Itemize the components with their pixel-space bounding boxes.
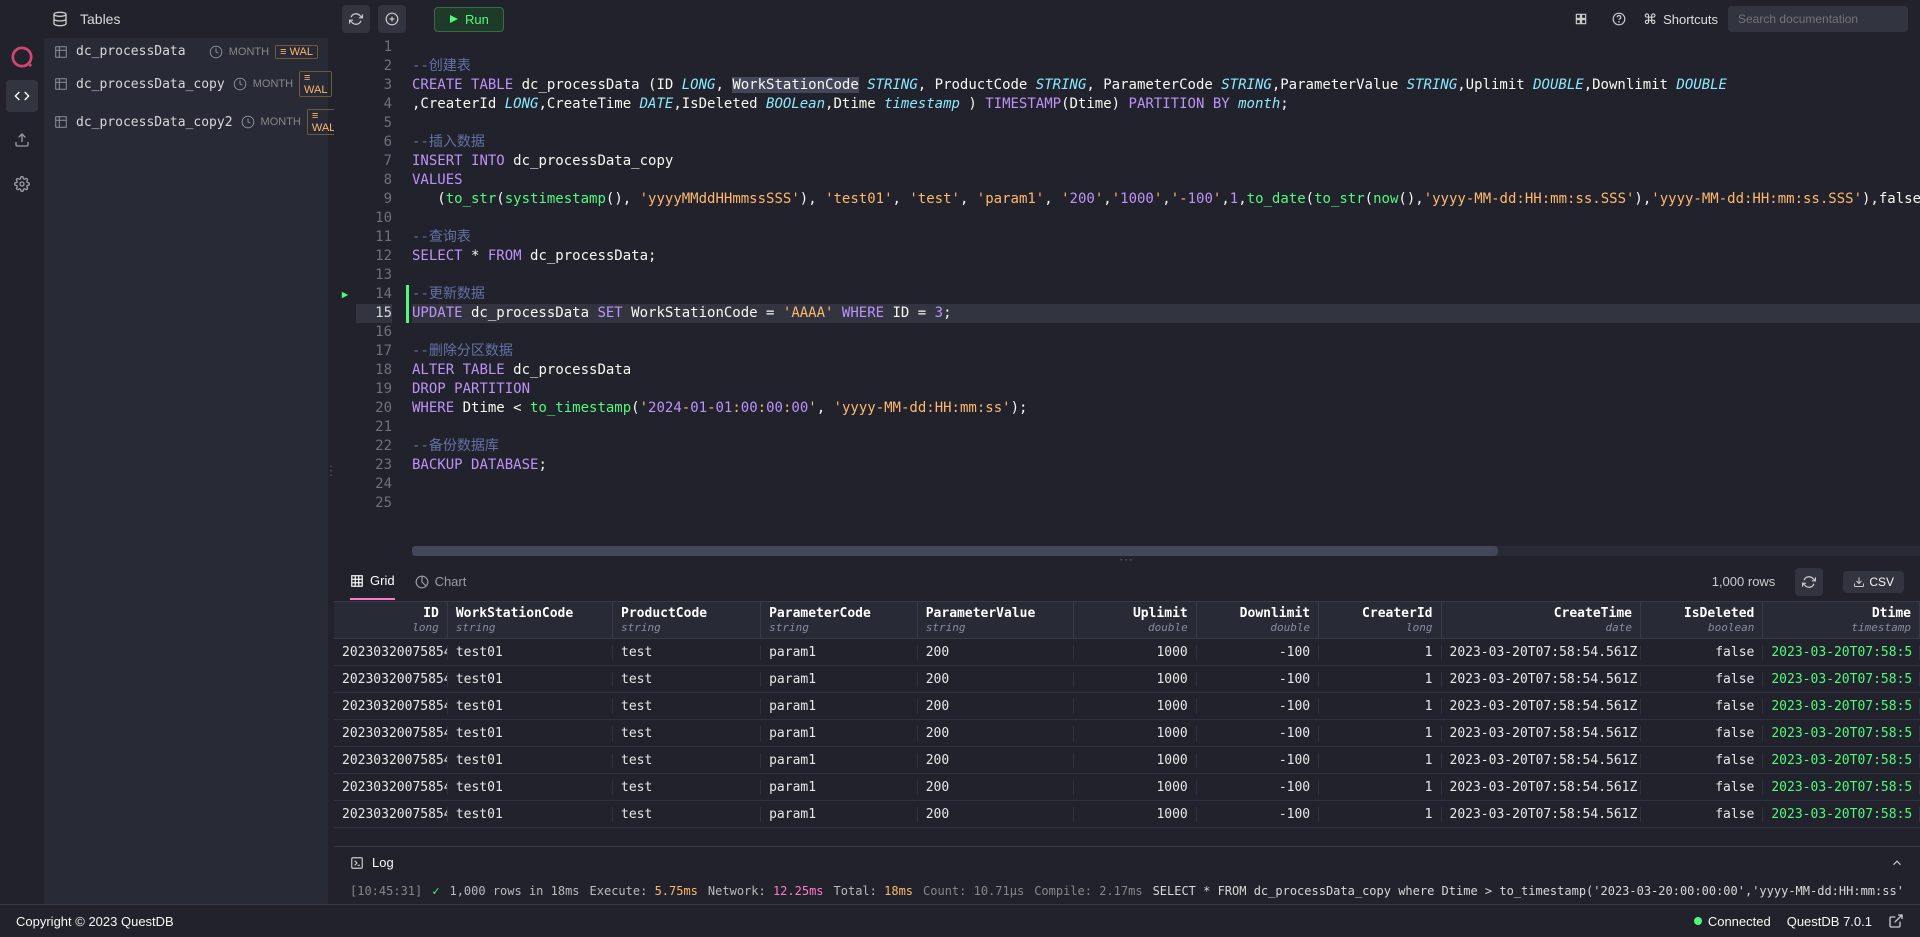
connection-status: Connected xyxy=(1694,914,1771,929)
export-csv-button[interactable]: CSV xyxy=(1843,571,1904,593)
tab-chart[interactable]: Chart xyxy=(415,573,467,600)
run-label: Run xyxy=(465,12,489,27)
questdb-logo xyxy=(11,46,33,68)
tables-panel: dc_processDataMONTH≡ WALdc_processData_c… xyxy=(44,38,328,904)
check-icon: ✓ xyxy=(432,884,439,898)
row-count: 1,000 rows xyxy=(1712,574,1776,589)
help-icon[interactable] xyxy=(1605,5,1633,33)
tab-grid[interactable]: Grid xyxy=(350,573,395,600)
editor-hscrollbar[interactable] xyxy=(412,546,1920,556)
slack-icon[interactable] xyxy=(1567,5,1595,33)
refresh-results-button[interactable] xyxy=(1795,568,1823,596)
log-bar[interactable]: Log xyxy=(334,846,1920,878)
column-header[interactable]: IsDeletedboolean xyxy=(1641,602,1763,638)
column-header[interactable]: IDlong xyxy=(334,602,448,638)
table-row[interactable]: 20230320075854561test01testparam12001000… xyxy=(334,639,1920,666)
column-header[interactable]: WorkStationCodestring xyxy=(448,602,613,638)
table-row[interactable]: 20230320075854561test01testparam12001000… xyxy=(334,801,1920,828)
column-header[interactable]: CreateTimedate xyxy=(1442,602,1641,638)
column-header[interactable]: Dtimetimestamp xyxy=(1763,602,1920,638)
table-row[interactable]: 20230320075854561test01testparam12001000… xyxy=(334,774,1920,801)
shortcuts-button[interactable]: ⌘Shortcuts xyxy=(1643,11,1718,28)
status-line: [10:45:31] ✓ 1,000 rows in 18ms Execute:… xyxy=(334,878,1920,904)
nav-console[interactable] xyxy=(6,80,38,112)
table-row[interactable]: 20230320075854561test01testparam12001000… xyxy=(334,720,1920,747)
table-item[interactable]: dc_processData_copyMONTH≡ WAL xyxy=(44,65,328,103)
add-button[interactable] xyxy=(378,5,406,33)
topbar: Tables Run ⌘Shortcuts xyxy=(0,0,1920,38)
table-row[interactable]: 20230320075854561test01testparam12001000… xyxy=(334,747,1920,774)
refresh-button[interactable] xyxy=(342,5,370,33)
run-button[interactable]: Run xyxy=(434,7,504,32)
nav-settings[interactable] xyxy=(6,168,38,200)
status-rows: 1,000 rows in 18ms xyxy=(449,884,579,898)
column-header[interactable]: ParameterValuestring xyxy=(918,602,1075,638)
results-grid[interactable]: IDlongWorkStationCodestringProductCodest… xyxy=(334,602,1920,846)
version: QuestDB 7.0.1 xyxy=(1787,914,1872,929)
column-header[interactable]: Uplimitdouble xyxy=(1074,602,1196,638)
column-header[interactable]: Downlimitdouble xyxy=(1197,602,1319,638)
column-header[interactable]: ProductCodestring xyxy=(613,602,761,638)
table-row[interactable]: 20230320075854561test01testparam12001000… xyxy=(334,693,1920,720)
sql-editor[interactable]: 1234567891011121314151617181920212223242… xyxy=(334,38,1920,544)
column-header[interactable]: ParameterCodestring xyxy=(761,602,918,638)
database-icon xyxy=(52,11,68,27)
status-query: SELECT * FROM dc_processData_copy where … xyxy=(1153,884,1904,898)
copyright: Copyright © 2023 QuestDB xyxy=(16,914,174,929)
search-input[interactable] xyxy=(1728,6,1908,32)
log-label: Log xyxy=(372,855,394,870)
footer: Copyright © 2023 QuestDB Connected Quest… xyxy=(0,904,1920,937)
table-row[interactable]: 20230320075854561test01testparam12001000… xyxy=(334,666,1920,693)
panel-title: Tables xyxy=(80,11,120,27)
status-time: [10:45:31] xyxy=(350,884,422,898)
table-item[interactable]: dc_processDataMONTH≡ WAL xyxy=(44,38,328,65)
sidebar-rail xyxy=(0,38,44,904)
results-bar: Grid Chart 1,000 rows CSV xyxy=(334,562,1920,602)
column-header[interactable]: CreaterIdlong xyxy=(1319,602,1441,638)
collapse-icon[interactable] xyxy=(1890,856,1904,870)
nav-import[interactable] xyxy=(6,124,38,156)
table-item[interactable]: dc_processData_copy2MONTH≡ WAL xyxy=(44,103,328,141)
external-link-icon[interactable] xyxy=(1888,913,1904,929)
